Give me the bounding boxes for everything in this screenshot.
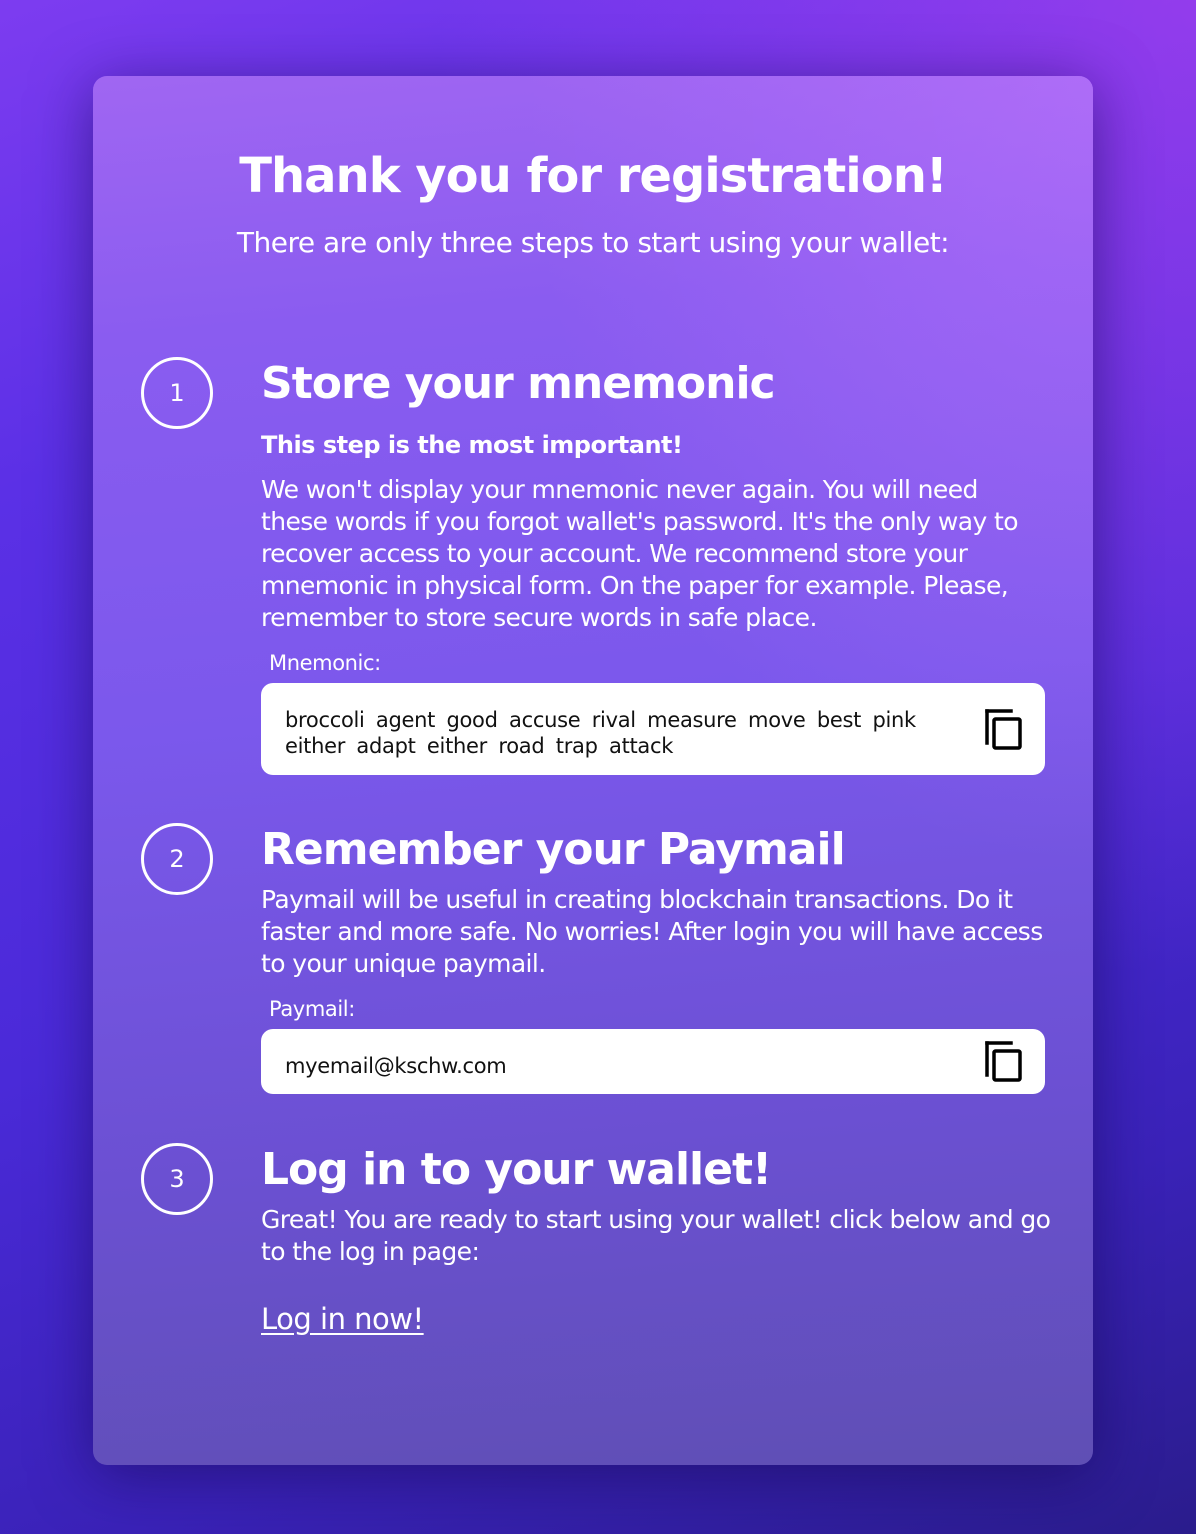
step-2-description: Paymail will be useful in creating block… [261, 885, 1043, 978]
mnemonic-field[interactable]: broccoli agent good accuse rival measure… [261, 683, 1045, 775]
step-1-number: 1 [141, 357, 213, 429]
step-3-number: 3 [141, 1143, 213, 1215]
step-2-number: 2 [141, 823, 213, 895]
step-1-title: Store your mnemonic [261, 358, 776, 409]
mnemonic-value[interactable]: broccoli agent good accuse rival measure… [285, 707, 945, 759]
registration-card: Thank you for registration! There are on… [93, 76, 1093, 1465]
step-3-description: Great! You are ready to start using your… [261, 1205, 1051, 1266]
page-title: Thank you for registration! [239, 148, 948, 204]
page-subtitle: There are only three steps to start usin… [236, 226, 950, 259]
step-2-title: Remember your Paymail [261, 824, 846, 875]
mnemonic-label: Mnemonic: [269, 651, 381, 675]
copy-icon[interactable] [983, 1037, 1023, 1083]
paymail-field[interactable]: myemail@kschw.com [261, 1029, 1045, 1094]
paymail-value[interactable]: myemail@kschw.com [285, 1053, 945, 1079]
copy-icon[interactable] [983, 705, 1023, 751]
login-now-link[interactable]: Log in now! [261, 1302, 424, 1336]
step-3-title: Log in to your wallet! [261, 1144, 772, 1195]
paymail-label: Paymail: [269, 997, 355, 1021]
step-1-emphasis: This step is the most important! [261, 431, 683, 459]
step-1-description: We won't display your mnemonic never aga… [261, 475, 1019, 632]
